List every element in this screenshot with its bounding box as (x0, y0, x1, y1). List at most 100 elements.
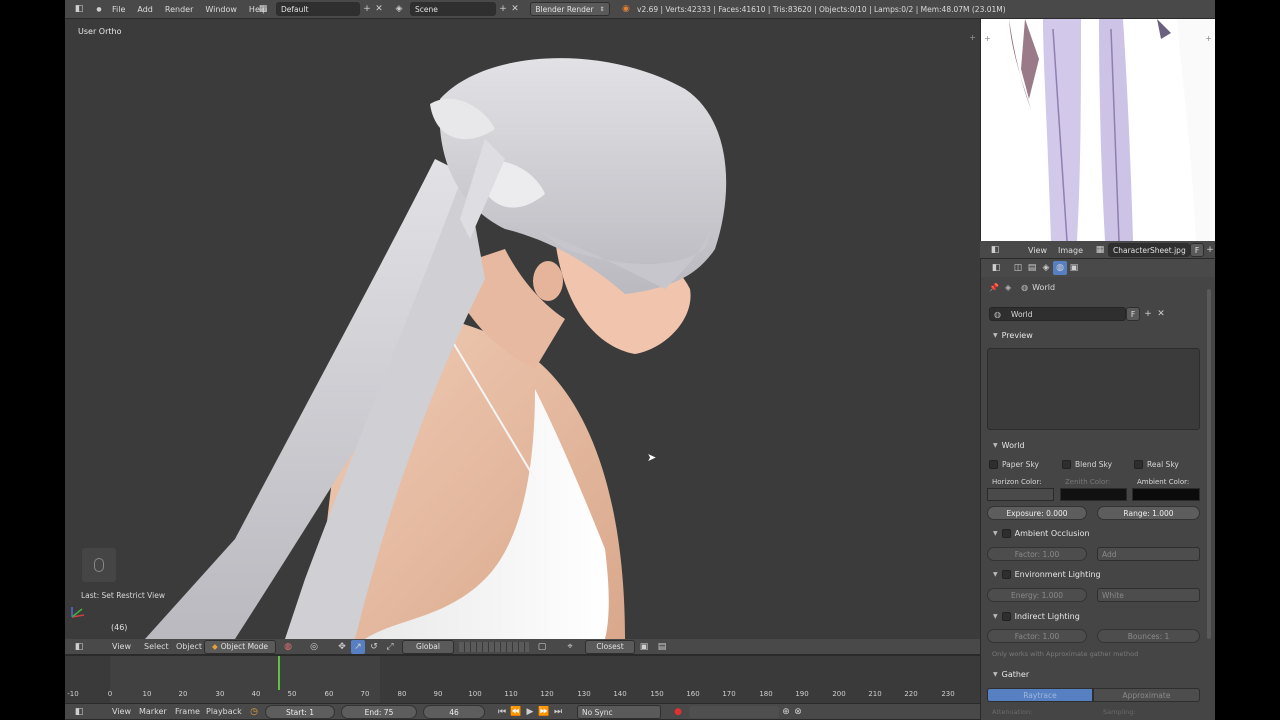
panel-environment-lighting-header[interactable]: ▼ Environment Lighting (989, 566, 1203, 582)
range-field[interactable]: Range: 1.000 (1097, 506, 1200, 520)
viewport-corner-plus-icon[interactable]: + (984, 34, 991, 43)
prev-keyframe-icon[interactable]: ⏪ (509, 705, 523, 719)
indirect-lighting-toggle[interactable] (1001, 611, 1011, 621)
tab-scene-icon[interactable]: ◈ (1039, 261, 1053, 275)
ambient-occlusion-toggle[interactable] (1001, 528, 1011, 538)
jump-start-icon[interactable]: ⏮ (495, 705, 509, 719)
translate-icon[interactable]: ↗ (351, 639, 365, 654)
delete-keyframe-icon[interactable]: ⊗ (791, 705, 805, 719)
remove-scene-icon[interactable]: ✕ (508, 2, 522, 16)
start-frame-field[interactable]: Start: 1 (265, 705, 335, 719)
menu-window[interactable]: Window (199, 5, 243, 14)
scale-icon[interactable]: ⤢ (383, 640, 397, 654)
tick-label: 90 (433, 690, 443, 698)
fake-user-button[interactable]: F (1190, 243, 1204, 257)
menu-image[interactable]: Image (1052, 246, 1089, 255)
snap-element-selector[interactable]: Closest (585, 639, 635, 654)
manipulator-icon[interactable]: ✥ (335, 640, 349, 654)
panel-world-header[interactable]: ▼ World (989, 437, 1203, 453)
blend-sky-checkbox[interactable]: Blend Sky (1062, 460, 1112, 469)
panel-preview-header[interactable]: ▼ Preview (989, 327, 1203, 343)
record-icon[interactable]: ● (671, 705, 685, 719)
panel-indirect-lighting-header[interactable]: ▼ Indirect Lighting (989, 608, 1203, 624)
editor-type-icon[interactable]: ◧ (72, 705, 86, 719)
ao-blend-selector[interactable]: Add (1097, 547, 1200, 561)
image-browse-icon[interactable]: ▦ (1093, 243, 1107, 257)
zenith-color-swatch[interactable] (1060, 488, 1127, 501)
jump-end-icon[interactable]: ⏭ (551, 705, 565, 719)
menu-render[interactable]: Render (159, 5, 199, 14)
add-world-icon[interactable]: + (1141, 307, 1155, 321)
env-energy-field[interactable]: Energy: 1.000 (987, 588, 1087, 602)
paper-sky-checkbox[interactable]: Paper Sky (989, 460, 1039, 469)
panel-gather-header[interactable]: ▼ Gather (989, 666, 1203, 682)
layout-icon[interactable]: ▦ (256, 2, 270, 16)
mouse-indicator-icon (82, 548, 116, 582)
fake-user-button[interactable]: F (1126, 307, 1140, 321)
menu-file[interactable]: File (106, 5, 131, 14)
tab-render-icon[interactable]: ◫ (1011, 261, 1025, 275)
editor-type-icon[interactable]: ◧ (989, 261, 1003, 275)
scene-icon[interactable]: ◈ (392, 2, 406, 16)
last-operator-label[interactable]: Last: Set Restrict View (81, 591, 165, 600)
end-frame-field[interactable]: End: 75 (341, 705, 417, 719)
menu-object[interactable]: Object (170, 642, 208, 651)
tick-label: 230 (941, 690, 955, 698)
horizon-color-swatch[interactable] (987, 488, 1054, 501)
pivot-icon[interactable]: ◎ (307, 640, 321, 654)
editor-type-icon[interactable]: ◧ (72, 640, 86, 654)
environment-lighting-toggle[interactable] (1001, 569, 1011, 579)
timeline-area[interactable]: -10 0 10 20 30 40 50 60 70 80 90 100 110… (65, 655, 980, 704)
ambient-color-swatch[interactable] (1132, 488, 1200, 501)
exposure-field[interactable]: Exposure: 0.000 (987, 506, 1087, 520)
pin-icon[interactable]: 📌 (989, 283, 999, 292)
playhead[interactable] (277, 656, 280, 690)
mode-selector[interactable]: ◆ Object Mode (204, 639, 276, 654)
tab-world-icon[interactable]: ◍ (1053, 261, 1067, 275)
layout-selector[interactable]: Default (276, 2, 360, 16)
indirect-bounces-field[interactable]: Bounces: 1 (1097, 629, 1200, 643)
panel-ambient-occlusion-header[interactable]: ▼ Ambient Occlusion (989, 525, 1203, 541)
world-datablock[interactable]: ◍ World (989, 307, 1126, 321)
snap-toggle-icon[interactable]: ⌖ (563, 640, 577, 654)
env-color-selector[interactable]: White (1097, 588, 1200, 602)
rotate-icon[interactable]: ↺ (367, 640, 381, 654)
next-keyframe-icon[interactable]: ⏩ (537, 705, 551, 719)
indirect-factor-field[interactable]: Factor: 1.00 (987, 629, 1087, 643)
menu-marker[interactable]: Marker (133, 707, 173, 716)
world-browse-icon[interactable]: ◍ (994, 310, 1001, 319)
editor-type-icon[interactable]: ◧ (988, 243, 1002, 257)
keying-set-field[interactable] (689, 706, 779, 718)
menu-view[interactable]: View (106, 642, 137, 651)
image-name-field[interactable]: CharacterSheet.jpg (1108, 243, 1190, 257)
viewport-shading-icon[interactable]: ◍ (281, 640, 295, 654)
editor-type-icon[interactable]: ◧ (72, 2, 86, 16)
menu-playback[interactable]: Playback (200, 707, 248, 716)
render-preview-icon[interactable]: ▣ (637, 640, 651, 654)
sync-selector[interactable]: No Sync (577, 705, 661, 719)
orientation-selector[interactable]: Global (402, 639, 454, 654)
preview-range-icon[interactable]: ◷ (247, 705, 261, 719)
tab-layers-icon[interactable]: ▤ (1025, 261, 1039, 275)
viewport-corner-plus-icon[interactable]: + (1205, 34, 1212, 43)
scene-selector[interactable]: Scene (410, 2, 496, 16)
collapse-menu-icon[interactable]: ● (92, 2, 106, 16)
layer-buttons[interactable] (459, 642, 529, 652)
opengl-render-icon[interactable]: ▤ (655, 640, 669, 654)
remove-layout-icon[interactable]: ✕ (372, 2, 386, 16)
tab-object-icon[interactable]: ▣ (1067, 261, 1081, 275)
ao-factor-field[interactable]: Factor: 1.00 (987, 547, 1087, 561)
gather-approximate-button[interactable]: Approximate (1093, 688, 1200, 702)
image-editor-area[interactable]: + + (980, 19, 1215, 241)
menu-add[interactable]: Add (131, 5, 159, 14)
gather-raytrace-button[interactable]: Raytrace (987, 688, 1093, 702)
play-icon[interactable]: ▶ (523, 705, 537, 719)
unlink-world-icon[interactable]: ✕ (1154, 307, 1168, 321)
properties-scrollbar[interactable] (1207, 289, 1211, 639)
3d-viewport[interactable]: User Ortho + ➤ Last: Set Restrict View (… (65, 19, 980, 639)
real-sky-checkbox[interactable]: Real Sky (1134, 460, 1179, 469)
current-frame-field[interactable]: 46 (423, 705, 485, 719)
lock-layers-icon[interactable]: ▢ (535, 640, 549, 654)
render-engine-selector[interactable]: Blender Render ⇕ (530, 2, 610, 16)
menu-view[interactable]: View (1022, 246, 1053, 255)
